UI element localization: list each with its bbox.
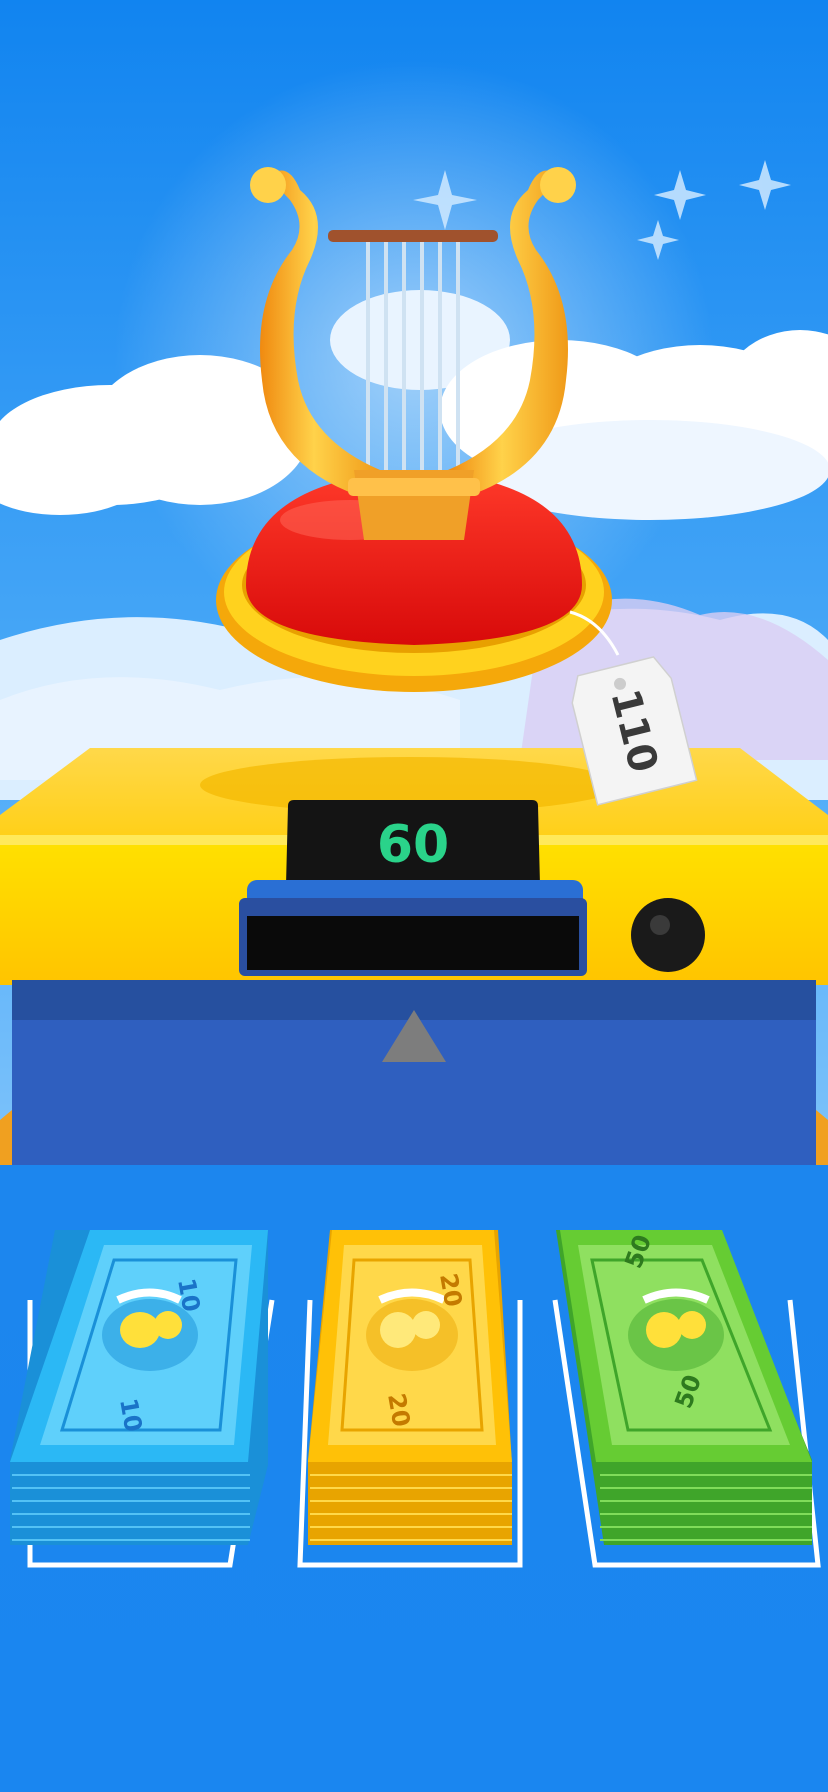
bill-denomination-top: 20 (434, 1271, 467, 1309)
machine-button[interactable] (631, 898, 705, 972)
bill-denomination-top: 10 (172, 1276, 205, 1314)
bill-denomination-bottom: 20 (382, 1391, 415, 1429)
cash-stack-20[interactable]: 20 20 (308, 1230, 512, 1545)
payment-slot[interactable] (239, 880, 587, 976)
cash-stack-10[interactable]: 10 10 (10, 1230, 268, 1545)
display-value: 60 (377, 815, 449, 875)
bill-denomination-bottom: 10 (114, 1396, 147, 1434)
game-scene: 60 110 10 10 20 20 50 50 (0, 0, 828, 1792)
amount-display: 60 (286, 800, 540, 885)
